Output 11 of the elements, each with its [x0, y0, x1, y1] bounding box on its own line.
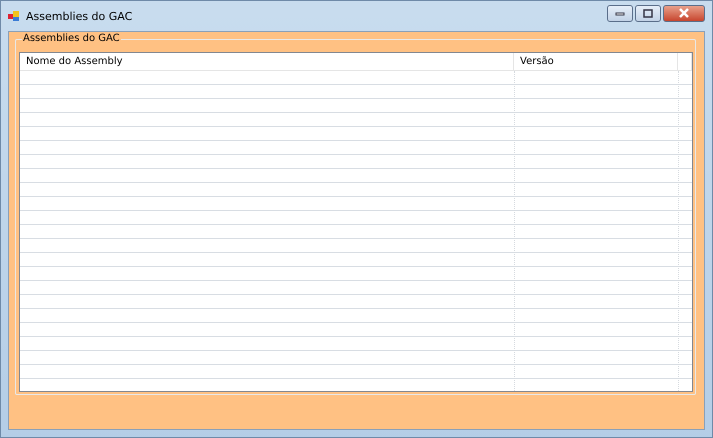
maximize-icon: [643, 8, 653, 18]
assembly-list[interactable]: Nome do Assembly Versão: [19, 52, 693, 392]
minimize-button[interactable]: [607, 4, 633, 22]
column-header[interactable]: Nome do Assembly: [20, 53, 514, 70]
window-title: Assemblies do GAC: [26, 10, 134, 22]
close-button[interactable]: [663, 4, 705, 22]
maximize-button[interactable]: [635, 4, 661, 22]
app-icon: [8, 10, 20, 22]
minimize-icon: [615, 10, 625, 16]
close-icon: [678, 8, 690, 18]
column-header[interactable]: Versão: [514, 53, 678, 70]
